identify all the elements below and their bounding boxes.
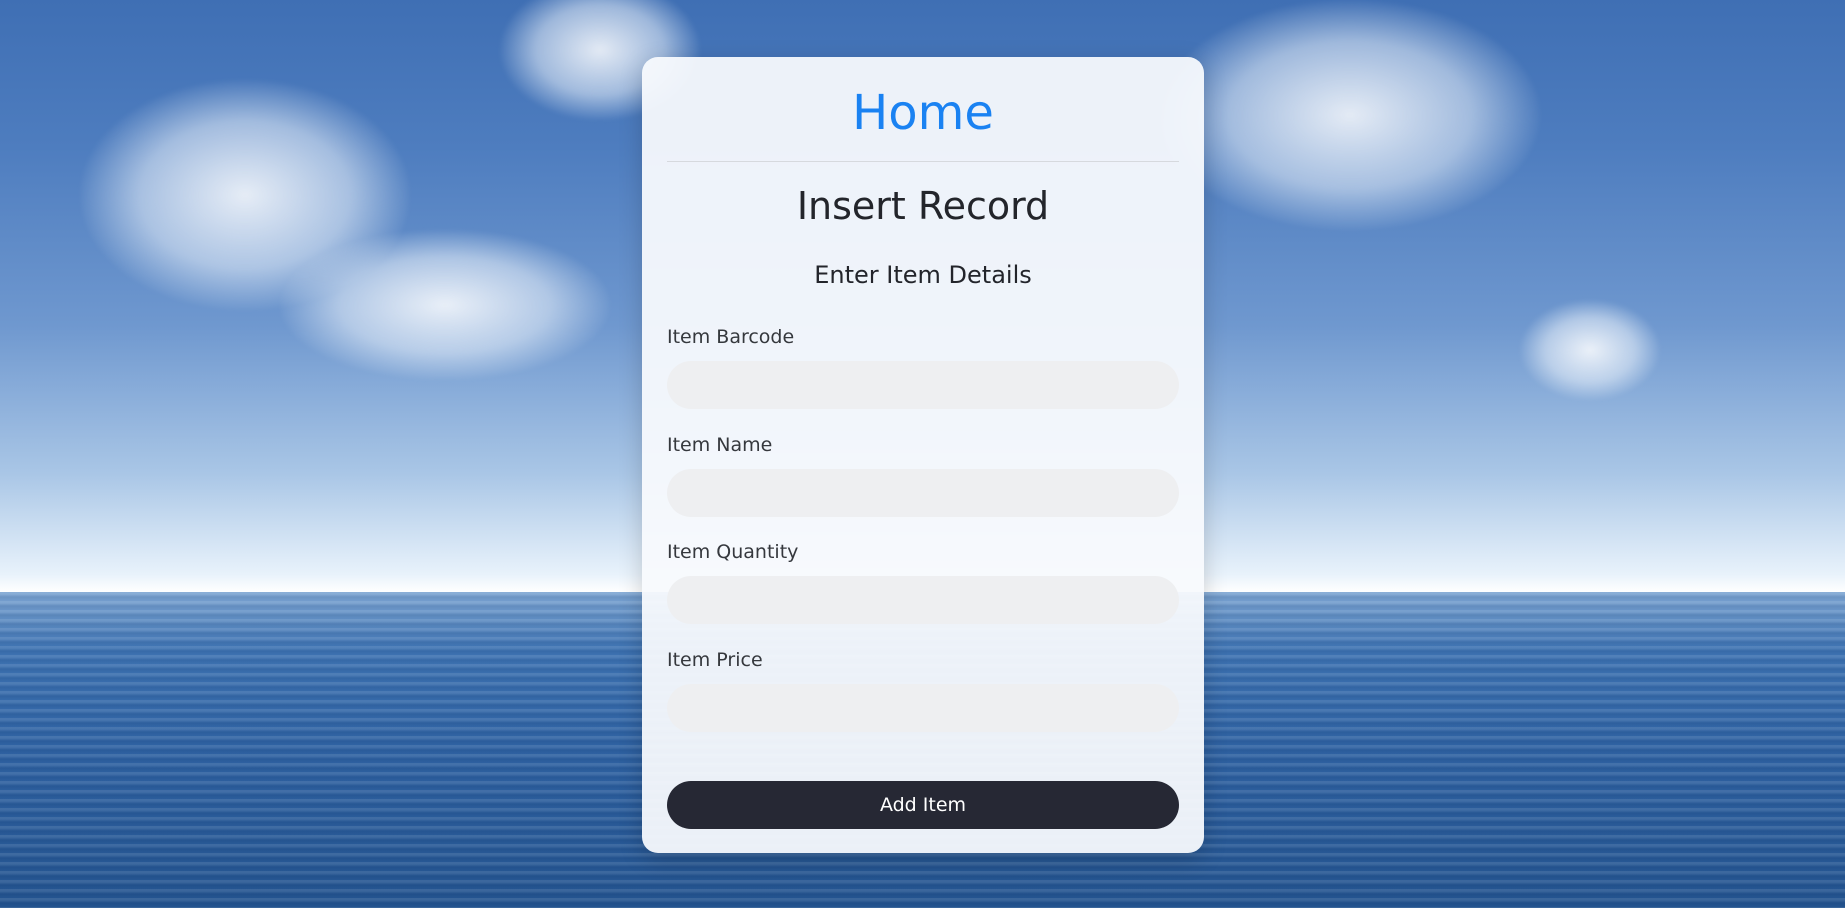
header-divider — [667, 161, 1179, 162]
add-item-button[interactable]: Add Item — [667, 781, 1179, 829]
cloud-right — [1160, 0, 1540, 230]
item-barcode-label: Item Barcode — [667, 326, 795, 348]
item-quantity-label: Item Quantity — [667, 541, 799, 563]
home-link[interactable]: Home — [642, 83, 1204, 143]
insert-record-card: Home Insert Record Enter Item Details It… — [642, 57, 1204, 853]
item-name-input[interactable] — [667, 469, 1179, 517]
page-title: Insert Record — [796, 184, 1050, 228]
cloud-left-lower — [280, 230, 610, 380]
cloud-right-small — [1520, 300, 1660, 400]
item-quantity-input[interactable] — [667, 576, 1179, 624]
item-barcode-input[interactable] — [667, 361, 1179, 409]
form-subtitle: Enter Item Details — [814, 261, 1032, 289]
item-name-label: Item Name — [667, 434, 773, 456]
item-price-label: Item Price — [667, 649, 763, 671]
item-price-input[interactable] — [667, 684, 1179, 732]
